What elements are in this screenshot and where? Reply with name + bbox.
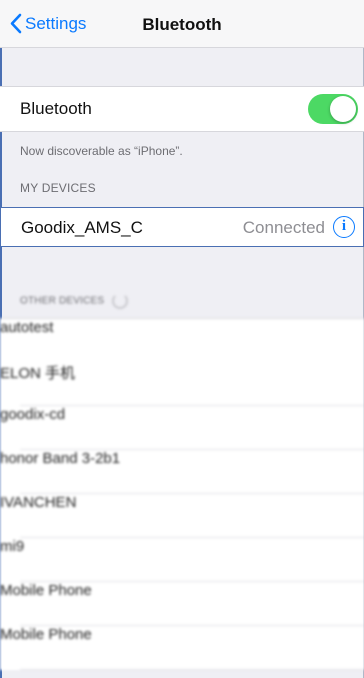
- list-item[interactable]: autotest: [0, 318, 364, 363]
- row-divider: [20, 669, 364, 670]
- device-row-goodix[interactable]: Goodix_AMS_C Connected i: [0, 207, 364, 247]
- list-item[interactable]: goodix-cd: [0, 406, 364, 450]
- list-item[interactable]: ELON 手机: [0, 362, 364, 406]
- discoverable-note: Now discoverable as “iPhone”.: [20, 144, 183, 158]
- toggle-knob: [330, 96, 356, 122]
- info-icon[interactable]: i: [333, 216, 355, 238]
- list-item-label: Mobile Phone: [0, 582, 92, 599]
- bluetooth-toggle[interactable]: [308, 94, 358, 124]
- list-item-label: mi9: [0, 538, 25, 555]
- my-devices-header: MY DEVICES: [20, 181, 96, 195]
- list-item-label: ELON 手机: [0, 365, 76, 382]
- bluetooth-label: Bluetooth: [20, 99, 92, 118]
- list-item[interactable]: mi9: [0, 538, 364, 582]
- page-title: Bluetooth: [142, 15, 222, 34]
- list-item[interactable]: IVANCHEN: [0, 494, 364, 538]
- list-item-label: goodix-cd: [0, 406, 66, 423]
- other-devices-header: OTHER DEVICES: [20, 293, 129, 309]
- list-item-label: honor Band 3-2b1: [0, 450, 121, 467]
- device-name: Goodix_AMS_C: [21, 218, 143, 237]
- loading-spinner-icon: [112, 293, 129, 309]
- device-status: Connected: [242, 218, 325, 237]
- list-item[interactable]: Mobile Phone: [0, 582, 364, 626]
- list-item-label: Mobile Phone: [0, 626, 92, 643]
- list-item[interactable]: Mobile Phone: [0, 626, 364, 670]
- navigation-bar: Settings Bluetooth: [0, 0, 364, 48]
- bluetooth-cell: Bluetooth: [0, 86, 364, 132]
- other-devices-label: OTHER DEVICES: [20, 295, 105, 307]
- list-item-label: IVANCHEN: [0, 494, 77, 511]
- list-item[interactable]: honor Band 3-2b1: [0, 450, 364, 494]
- list-item-label: autotest: [0, 319, 54, 336]
